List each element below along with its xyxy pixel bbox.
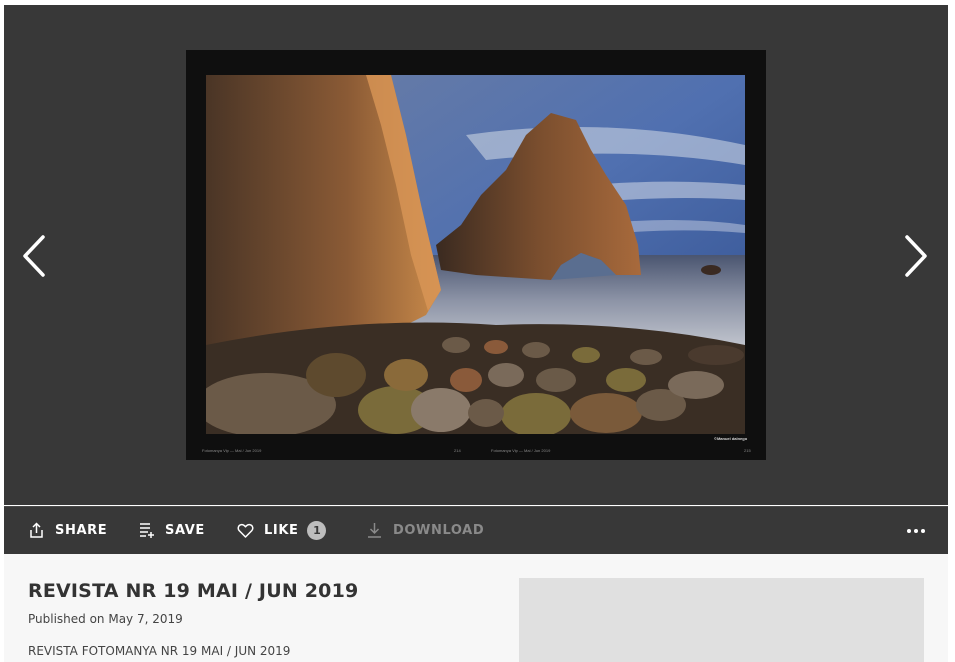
like-count-badge: 1 — [307, 521, 327, 540]
chevron-right-icon — [905, 235, 927, 277]
ad-placeholder — [519, 578, 924, 662]
document-title: REVISTA NR 19 MAI / JUN 2019 — [28, 580, 359, 602]
chevron-left-icon — [23, 235, 45, 277]
photo-credit: ©Manuel dalnego — [714, 436, 748, 441]
download-icon — [368, 523, 381, 538]
share-icon — [30, 522, 43, 538]
document-description: REVISTA FOTOMANYA NR 19 MAI / JUN 2019 — [28, 644, 291, 658]
magazine-spread[interactable]: Fotomanya Vip — Mai / Jun 2019 214 Fotom… — [186, 50, 766, 460]
right-page-footer: Fotomanya Vip — Mai / Jun 2019 — [491, 448, 551, 453]
next-page-button[interactable] — [902, 233, 930, 279]
save-button[interactable]: SAVE — [138, 507, 205, 554]
previous-page-button[interactable] — [20, 233, 48, 279]
like-button[interactable]: LIKE 1 — [237, 507, 327, 554]
document-toolbar: SHARE SAVE LIKE 1 DOWNLOAD — [4, 506, 948, 554]
save-stack-icon — [140, 523, 154, 538]
save-label: SAVE — [165, 523, 205, 538]
download-button[interactable]: DOWNLOAD — [366, 507, 484, 554]
download-label: DOWNLOAD — [393, 523, 485, 538]
share-button[interactable]: SHARE — [28, 507, 107, 554]
spread-photo — [206, 75, 745, 434]
left-page-number: 214 — [454, 448, 461, 453]
document-viewer: Fotomanya Vip — Mai / Jun 2019 214 Fotom… — [4, 5, 948, 505]
share-label: SHARE — [55, 523, 108, 538]
document-info-panel: REVISTA NR 19 MAI / JUN 2019 Published o… — [4, 554, 948, 662]
like-label: LIKE — [264, 523, 299, 538]
more-horizontal-icon — [907, 528, 911, 533]
left-page-footer: Fotomanya Vip — Mai / Jun 2019 — [202, 448, 262, 453]
published-date: Published on May 7, 2019 — [28, 612, 183, 626]
right-page-number: 215 — [744, 448, 751, 453]
heart-icon — [237, 523, 254, 538]
more-options-button[interactable] — [904, 507, 928, 554]
